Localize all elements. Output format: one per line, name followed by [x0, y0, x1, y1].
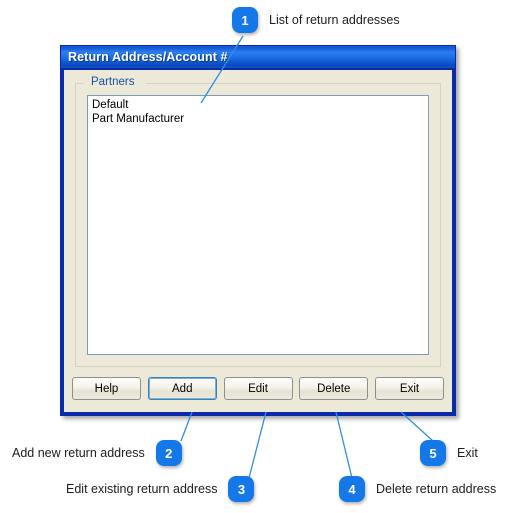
- callout-2: Add new return address 2: [12, 440, 182, 466]
- dialog-button-row: Help Add Edit Delete Exit: [72, 377, 444, 400]
- delete-button[interactable]: Delete: [299, 377, 369, 400]
- add-button[interactable]: Add: [147, 377, 217, 400]
- exit-button[interactable]: Exit: [375, 377, 444, 400]
- callout-3: Edit existing return address 3: [66, 476, 255, 502]
- return-address-dialog[interactable]: Return Address/Account # Partners Defaul…: [60, 45, 456, 416]
- callout-5-badge: 5: [420, 440, 446, 466]
- partners-groupbox: Partners Default Part Manufacturer: [75, 76, 441, 367]
- dialog-title: Return Address/Account #: [68, 50, 228, 64]
- list-item[interactable]: Default: [90, 98, 428, 112]
- callout-1-label: List of return addresses: [269, 13, 400, 27]
- dialog-titlebar[interactable]: Return Address/Account #: [61, 46, 455, 69]
- leader-line-4: [335, 411, 353, 479]
- callout-3-badge: 3: [228, 476, 255, 502]
- callout-2-badge: 2: [155, 440, 182, 466]
- callout-4: 4 Delete return address: [339, 476, 496, 502]
- callout-2-label: Add new return address: [12, 446, 145, 460]
- partners-listbox[interactable]: Default Part Manufacturer: [87, 95, 429, 355]
- leader-line-3: [248, 411, 267, 479]
- callout-3-label: Edit existing return address: [66, 482, 218, 496]
- callout-4-label: Delete return address: [376, 482, 497, 496]
- dialog-body: Partners Default Part Manufacturer Help …: [64, 70, 452, 412]
- callout-1-badge: 1: [232, 7, 258, 33]
- edit-button[interactable]: Edit: [223, 377, 293, 400]
- leader-line-2: [180, 411, 193, 442]
- list-item[interactable]: Part Manufacturer: [90, 112, 428, 126]
- callout-5: 5 Exit: [420, 440, 478, 466]
- leader-line-5: [400, 411, 434, 442]
- callout-1: 1 List of return addresses: [232, 7, 400, 33]
- callout-5-label: Exit: [457, 446, 478, 460]
- callout-4-badge: 4: [339, 476, 365, 502]
- partners-groupbox-label: Partners: [88, 76, 138, 88]
- help-button[interactable]: Help: [72, 377, 141, 400]
